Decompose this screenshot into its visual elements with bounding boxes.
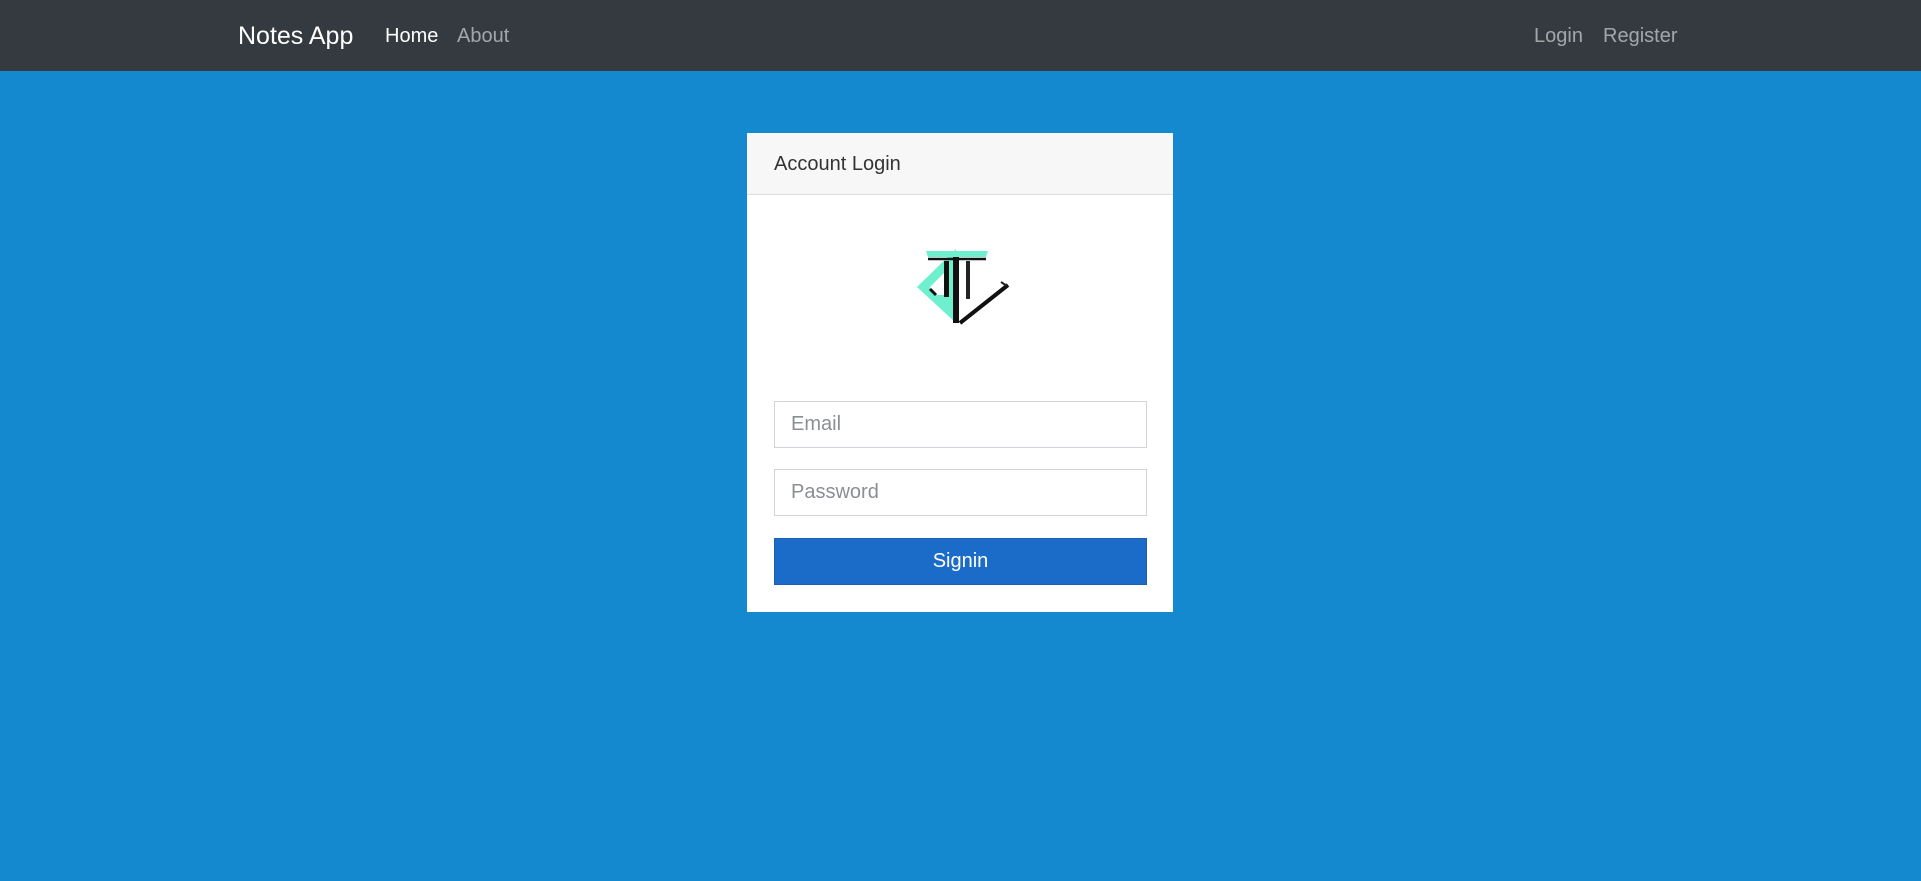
nav-link-register[interactable]: Register [1603, 24, 1677, 48]
top-navbar: Notes App Home About Login Register [0, 0, 1921, 71]
card-title: Account Login [774, 153, 901, 175]
login-card: Account Login Signin [747, 133, 1173, 612]
nav-link-home[interactable]: Home [385, 24, 438, 48]
navbar-brand[interactable]: Notes App [238, 20, 353, 52]
nav-link-login[interactable]: Login [1534, 24, 1583, 48]
triangle-logo-icon [917, 249, 1010, 325]
signin-button[interactable]: Signin [774, 538, 1147, 585]
card-header: Account Login [747, 133, 1173, 195]
email-field[interactable] [774, 401, 1147, 448]
nav-link-about[interactable]: About [457, 24, 509, 48]
password-field[interactable] [774, 469, 1147, 516]
